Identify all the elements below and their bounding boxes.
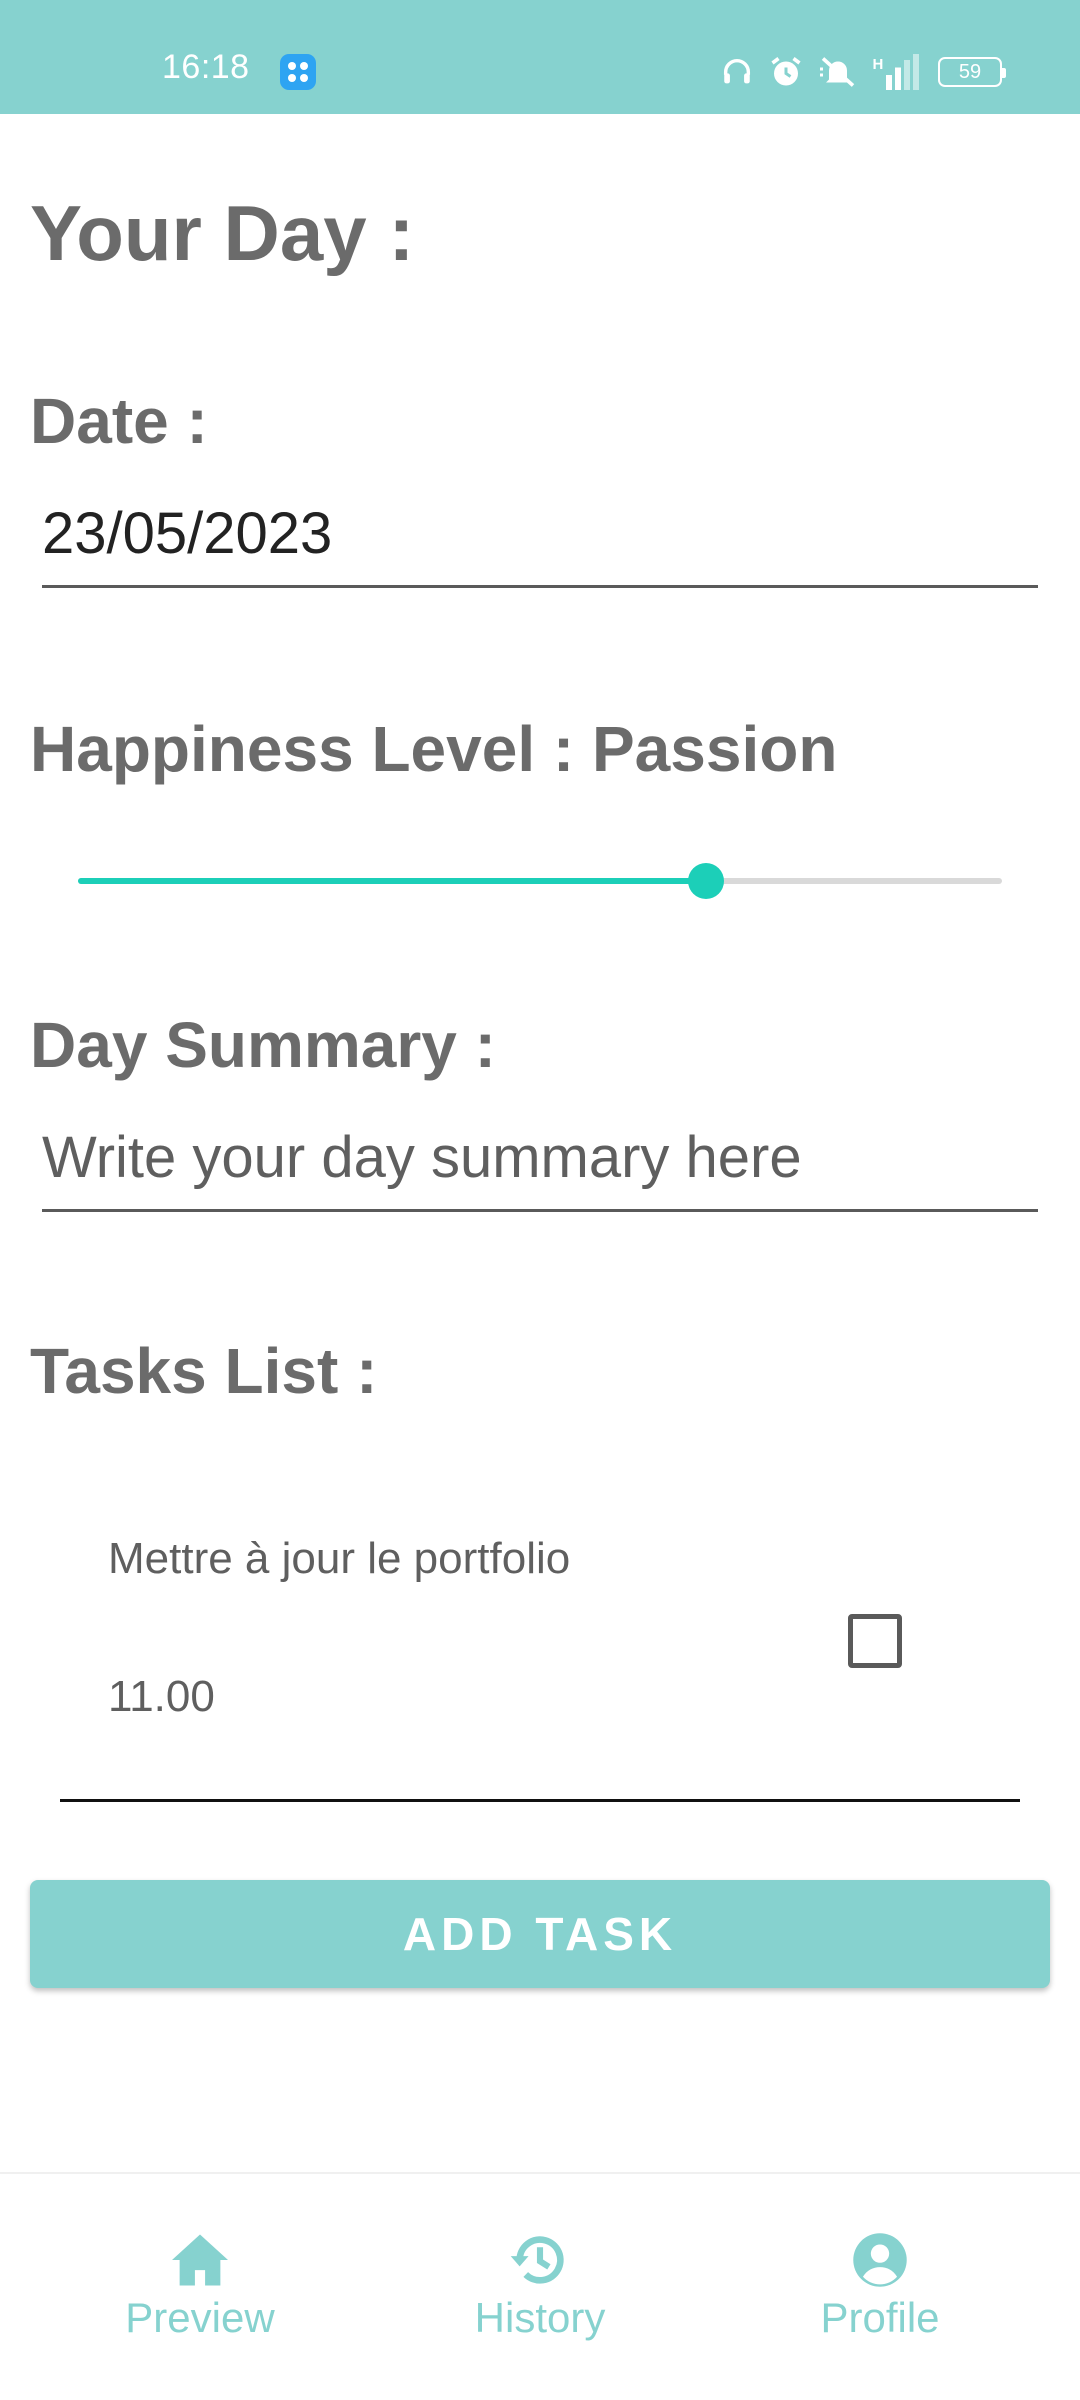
task-time: 11.00 <box>108 1672 215 1721</box>
headphones-icon <box>723 59 751 84</box>
slider-fill <box>78 878 707 884</box>
status-icons: H 59 <box>720 52 1006 92</box>
bottom-navigation: Preview History Profile <box>0 2172 1080 2400</box>
date-label: Date : <box>30 385 208 457</box>
status-bar: 16:18 H 59 <box>0 0 1080 114</box>
svg-text:H: H <box>873 56 884 73</box>
nav-item-preview[interactable]: Preview <box>70 2232 330 2342</box>
task-item[interactable]: Mettre à jour le portfolio 11.00 <box>60 1500 1020 1802</box>
task-title: Mettre à jour le portfolio <box>108 1534 571 1583</box>
mute-icon <box>820 57 855 87</box>
nav-label-preview: Preview <box>125 2294 275 2341</box>
history-icon <box>510 2236 564 2284</box>
home-icon <box>172 2234 228 2286</box>
nav-item-profile[interactable]: Profile <box>750 2232 1010 2342</box>
tasks-list-label: Tasks List : <box>30 1335 378 1407</box>
happiness-slider[interactable] <box>78 860 1002 900</box>
day-summary-input[interactable]: Write your day summary here <box>42 1124 1038 1212</box>
nav-label-profile: Profile <box>820 2294 940 2341</box>
status-time: 16:18 <box>162 48 250 86</box>
add-task-button[interactable]: ADD TASK <box>30 1880 1050 1988</box>
alarm-icon <box>771 57 801 86</box>
happiness-label: Happiness Level : Passion <box>30 713 838 785</box>
profile-icon <box>853 2233 907 2287</box>
nav-item-history[interactable]: History <box>410 2232 670 2342</box>
nav-label-history: History <box>474 2294 606 2341</box>
app-notification-icon <box>280 54 316 90</box>
signal-icon: H <box>873 54 919 90</box>
page-title: Your Day : <box>30 189 415 277</box>
slider-thumb[interactable] <box>688 863 725 899</box>
date-field[interactable]: 23/05/2023 <box>42 500 1038 588</box>
task-checkbox[interactable] <box>848 1614 902 1668</box>
day-summary-label: Day Summary : <box>30 1009 496 1081</box>
battery-icon: 59 <box>938 57 1006 87</box>
